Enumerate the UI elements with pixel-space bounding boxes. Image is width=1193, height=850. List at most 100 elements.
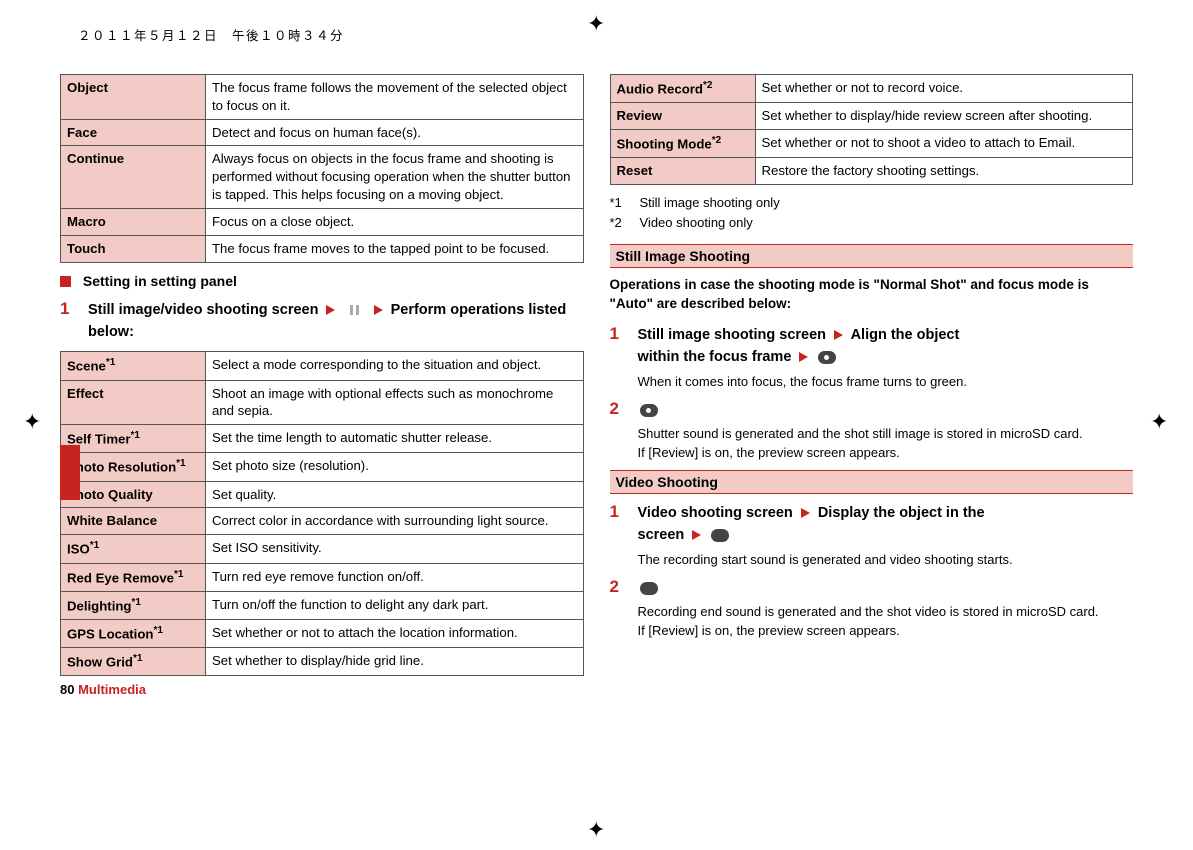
row-desc: Correct color in accordance with surroun… [206,508,584,535]
step-number: 2 [610,399,628,462]
still-step-2: 2 Shutter sound is generated and the sho… [610,399,1134,462]
row-desc: Focus on a close object. [206,208,584,235]
step-description: Shutter sound is generated and the shot … [638,425,1083,461]
section-title: Setting in setting panel [60,273,584,289]
row-label: Object [61,75,206,120]
row-label: Reset [610,158,755,185]
footnote-label: *2 [610,213,630,233]
arrow-icon [801,508,810,518]
page-number: 80 [60,682,74,697]
row-label: Self Timer*1 [61,425,206,453]
step-number: 1 [610,502,628,569]
registration-mark-left [20,412,46,438]
row-desc: Set quality. [206,481,584,508]
row-desc: Set whether to display/hide grid line. [206,648,584,676]
row-desc: Detect and focus on human face(s). [206,119,584,146]
side-tab [60,445,80,500]
table-row: GPS Location*1Set whether or not to atta… [61,619,584,647]
table-row: Show Grid*1Set whether to display/hide g… [61,648,584,676]
row-label: Show Grid*1 [61,648,206,676]
step-text: Shutter sound is generated and the shot … [638,399,1083,462]
row-label: Shooting Mode*2 [610,130,755,158]
row-label: Face [61,119,206,146]
row-desc: Set whether to display/hide review scree… [755,103,1133,130]
row-desc: Turn red eye remove function on/off. [206,563,584,591]
focus-mode-table: ObjectThe focus frame follows the moveme… [60,74,584,263]
table-row: ReviewSet whether to display/hide review… [610,103,1133,130]
row-label: Red Eye Remove*1 [61,563,206,591]
step-1: 1 Still image/video shooting screen Perf… [60,299,584,344]
row-label: Scene*1 [61,352,206,380]
table-row: White BalanceCorrect color in accordance… [61,508,584,535]
table-row: TouchThe focus frame moves to the tapped… [61,235,584,262]
row-label: Photo Quality [61,481,206,508]
left-column: ObjectThe focus frame follows the moveme… [60,74,584,697]
row-label: Photo Resolution*1 [61,453,206,481]
row-label: Review [610,103,755,130]
still-image-intro: Operations in case the shooting mode is … [610,276,1134,314]
video-shooting-header: Video Shooting [610,470,1134,494]
registration-mark-right [1147,412,1173,438]
table-row: Shooting Mode*2Set whether or not to sho… [610,130,1133,158]
step-number: 1 [60,299,78,344]
row-label: Audio Record*2 [610,75,755,103]
arrow-icon [374,305,383,315]
row-desc: Set ISO sensitivity. [206,535,584,563]
still-step-1: 1 Still image shooting screen Align the … [610,324,1134,391]
registration-mark-bottom [584,820,610,846]
shutter-button-icon [818,351,836,364]
table-row: Scene*1Select a mode corresponding to th… [61,352,584,380]
row-desc: Set photo size (resolution). [206,453,584,481]
table-row: Audio Record*2Set whether or not to reco… [610,75,1133,103]
still-image-header: Still Image Shooting [610,244,1134,268]
step-text: Recording end sound is generated and the… [638,577,1099,640]
arrow-icon [799,352,808,362]
row-desc: Set whether or not to attach the locatio… [206,619,584,647]
settings-table-cont: Audio Record*2Set whether or not to reco… [610,74,1134,185]
row-desc: Turn on/off the function to delight any … [206,591,584,619]
row-desc: Restore the factory shooting settings. [755,158,1133,185]
table-row: FaceDetect and focus on human face(s). [61,119,584,146]
record-button-icon [711,529,729,542]
row-label: Touch [61,235,206,262]
page-footer: 80 Multimedia [60,682,584,697]
settings-slider-icon [346,303,364,317]
row-desc: Always focus on objects in the focus fra… [206,146,584,208]
table-row: ObjectThe focus frame follows the moveme… [61,75,584,120]
table-row: Photo QualitySet quality. [61,481,584,508]
arrow-icon [834,330,843,340]
row-label: White Balance [61,508,206,535]
section-marker-icon [60,276,71,287]
step-text: Still image/video shooting screen Perfor… [88,299,584,344]
row-desc: Select a mode corresponding to the situa… [206,352,584,380]
table-row: MacroFocus on a close object. [61,208,584,235]
table-row: ISO*1Set ISO sensitivity. [61,535,584,563]
step-number: 1 [610,324,628,391]
row-label: Macro [61,208,206,235]
section-name: Multimedia [78,682,146,697]
row-label: Effect [61,380,206,425]
row-desc: Shoot an image with optional effects suc… [206,380,584,425]
video-step-2: 2 Recording end sound is generated and t… [610,577,1134,640]
video-step-1: 1 Video shooting screen Display the obje… [610,502,1134,569]
registration-mark-top [584,14,610,40]
row-label: ISO*1 [61,535,206,563]
right-column: Audio Record*2Set whether or not to reco… [610,74,1134,697]
footnotes: *1Still image shooting only *2Video shoo… [610,193,1134,232]
record-button-icon [640,582,658,595]
footnote-text: Still image shooting only [640,193,780,213]
table-row: ResetRestore the factory shooting settin… [610,158,1133,185]
footnote-label: *1 [610,193,630,213]
row-desc: Set whether or not to record voice. [755,75,1133,103]
step-description: The recording start sound is generated a… [638,551,1013,569]
settings-table: Scene*1Select a mode corresponding to th… [60,351,584,676]
row-label: Delighting*1 [61,591,206,619]
table-row: EffectShoot an image with optional effec… [61,380,584,425]
table-row: Red Eye Remove*1Turn red eye remove func… [61,563,584,591]
arrow-icon [692,530,701,540]
row-label: GPS Location*1 [61,619,206,647]
step-number: 2 [610,577,628,640]
step-text: Still image shooting screen Align the ob… [638,324,968,391]
table-row: ContinueAlways focus on objects in the f… [61,146,584,208]
table-row: Photo Resolution*1Set photo size (resolu… [61,453,584,481]
